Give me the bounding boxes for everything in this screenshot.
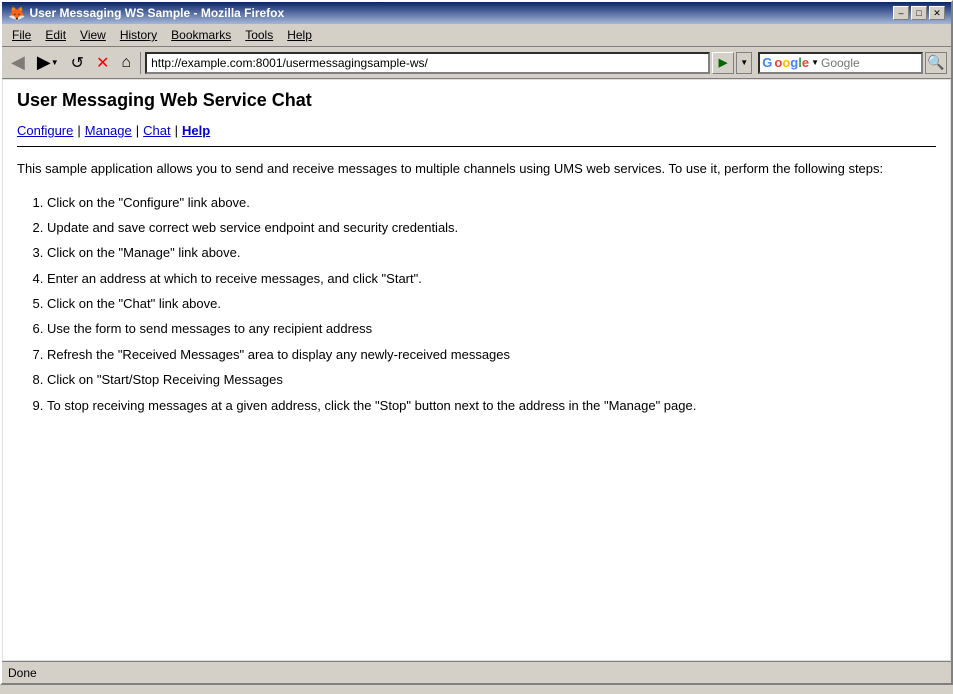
menu-bookmarks[interactable]: Bookmarks	[165, 26, 237, 44]
home-button[interactable]: ⌂	[116, 50, 136, 76]
browser-content: User Messaging Web Service Chat Configur…	[2, 79, 951, 661]
google-logo-g2: g	[790, 55, 798, 70]
toolbar: ◀ ▶ ▼ ↺ ✕ ⌂ ▶ ▼ G o	[2, 47, 951, 79]
restore-button[interactable]: □	[911, 6, 927, 20]
search-box: G o o g l e ▼	[758, 52, 923, 74]
menu-file[interactable]: File	[6, 26, 37, 44]
address-dropdown-icon: ▼	[740, 58, 748, 67]
menu-edit[interactable]: Edit	[39, 26, 72, 44]
menu-help[interactable]: Help	[281, 26, 318, 44]
list-item: Enter an address at which to receive mes…	[47, 267, 936, 290]
menu-bar: File Edit View History Bookmarks Tools H…	[2, 24, 951, 47]
address-dropdown-button[interactable]: ▼	[736, 52, 752, 74]
list-item: Use the form to send messages to any rec…	[47, 317, 936, 340]
list-item: Refresh the "Received Messages" area to …	[47, 343, 936, 366]
back-icon: ◀	[11, 52, 25, 73]
menu-tools[interactable]: Tools	[239, 26, 279, 44]
stop-icon: ✕	[96, 53, 109, 73]
window-controls: – □ ✕	[893, 6, 945, 20]
minimize-button[interactable]: –	[893, 6, 909, 20]
status-text: Done	[8, 666, 37, 680]
list-item: Click on "Start/Stop Receiving Messages	[47, 368, 936, 391]
firefox-icon: 🦊	[8, 5, 25, 22]
nav-sep-3: |	[175, 123, 178, 138]
search-input[interactable]	[821, 54, 921, 72]
forward-icon: ▶	[37, 52, 51, 73]
toolbar-separator	[140, 52, 141, 74]
google-logo: G	[760, 55, 774, 70]
google-dropdown-icon: ▼	[811, 58, 819, 67]
nav-configure[interactable]: Configure	[17, 123, 73, 138]
google-logo-o: o	[774, 55, 782, 70]
list-item: Click on the "Chat" link above.	[47, 292, 936, 315]
address-bar: ▶ ▼	[145, 52, 752, 74]
page-heading: User Messaging Web Service Chat	[17, 90, 936, 113]
intro-text: This sample application allows you to se…	[17, 159, 936, 179]
stop-button[interactable]: ✕	[91, 50, 114, 76]
title-bar: 🦊 User Messaging WS Sample - Mozilla Fir…	[2, 2, 951, 24]
nav-sep-2: |	[136, 123, 139, 138]
status-bar: Done	[2, 661, 951, 683]
forward-dropdown-icon: ▼	[51, 58, 59, 67]
nav-sep-1: |	[77, 123, 80, 138]
nav-links: Configure | Manage | Chat | Help	[17, 123, 936, 138]
address-input[interactable]	[145, 52, 710, 74]
google-logo-o2: o	[782, 55, 790, 70]
list-item: To stop receiving messages at a given ad…	[47, 394, 936, 417]
home-icon: ⌂	[121, 54, 131, 72]
google-logo-e: e	[802, 55, 809, 70]
browser-window: 🦊 User Messaging WS Sample - Mozilla Fir…	[0, 0, 953, 685]
go-icon: ▶	[719, 57, 727, 69]
go-button[interactable]: ▶	[712, 52, 734, 74]
forward-button[interactable]: ▶ ▼	[32, 50, 64, 76]
steps-list: Click on the "Configure" link above. Upd…	[47, 191, 936, 418]
list-item: Click on the "Configure" link above.	[47, 191, 936, 214]
list-item: Click on the "Manage" link above.	[47, 241, 936, 264]
close-button[interactable]: ✕	[929, 6, 945, 20]
menu-view[interactable]: View	[74, 26, 112, 44]
content-area: User Messaging Web Service Chat Configur…	[3, 80, 950, 660]
menu-history[interactable]: History	[114, 26, 163, 44]
nav-manage[interactable]: Manage	[85, 123, 132, 138]
search-icon: 🔍	[927, 54, 944, 71]
reload-icon: ↺	[71, 53, 84, 73]
divider	[17, 146, 936, 147]
list-item: Update and save correct web service endp…	[47, 216, 936, 239]
window-title: User Messaging WS Sample - Mozilla Firef…	[29, 6, 284, 20]
nav-help[interactable]: Help	[182, 123, 210, 138]
back-button[interactable]: ◀	[6, 50, 30, 76]
search-button[interactable]: 🔍	[925, 52, 947, 74]
nav-chat[interactable]: Chat	[143, 123, 170, 138]
reload-button[interactable]: ↺	[66, 50, 89, 76]
search-area: G o o g l e ▼ 🔍	[758, 52, 947, 74]
